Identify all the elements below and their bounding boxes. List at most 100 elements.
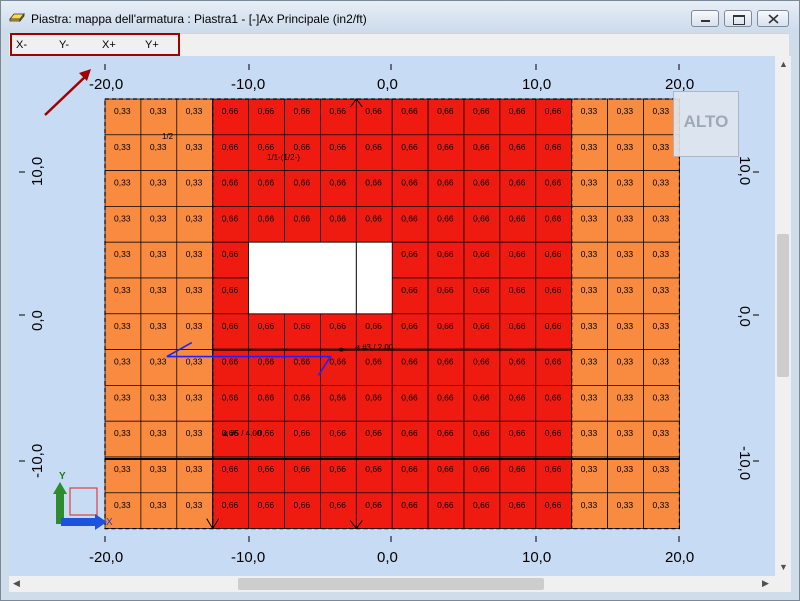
map-cell (643, 385, 680, 422)
map-cell-value: 0,66 (473, 285, 490, 295)
map-cell-value: 0,66 (294, 142, 311, 152)
x-axis-gizmo-label: X (106, 517, 113, 528)
map-cell-value: 0,66 (329, 357, 346, 367)
map-cell-value: 0,66 (509, 178, 526, 188)
map-cell-value: 0,33 (653, 142, 670, 152)
map-cell (284, 492, 321, 529)
map-cell-value: 0,33 (653, 321, 670, 331)
map-cell-value: 0,66 (365, 357, 382, 367)
map-cell-value: 0,33 (581, 392, 598, 402)
map-cell (391, 277, 429, 315)
vertical-scroll-thumb[interactable] (777, 234, 789, 377)
map-cell (212, 385, 249, 422)
map-cell-value: 0,66 (509, 500, 526, 510)
map-cell (104, 456, 142, 494)
horizontal-scrollbar[interactable]: ◀ ▶ (9, 576, 775, 592)
map-cell-value: 0,66 (294, 321, 311, 331)
map-cell (104, 206, 142, 243)
map-cell (320, 456, 357, 494)
map-cell (212, 134, 249, 171)
map-cell-value: 0,33 (186, 178, 203, 188)
map-cell (140, 241, 178, 279)
minimize-button[interactable] (691, 10, 719, 27)
horizontal-scroll-thumb[interactable] (238, 578, 544, 590)
map-cell (104, 241, 142, 279)
map-cell (104, 277, 142, 315)
map-cell-value: 0,66 (365, 500, 382, 510)
vertical-scrollbar[interactable]: ▲ ▼ (775, 56, 791, 576)
map-cell (320, 313, 357, 350)
close-button[interactable] (757, 10, 789, 27)
map-cell-value: 0,66 (509, 142, 526, 152)
map-cell (212, 420, 249, 458)
map-cell (320, 206, 357, 243)
map-cell (535, 98, 573, 136)
maximize-button[interactable] (724, 10, 752, 27)
map-cell-value: 0,66 (545, 321, 562, 331)
map-cell-value: 0,33 (617, 428, 634, 438)
map-cell-value: 0,66 (545, 428, 562, 438)
map-cell-value: 0,66 (258, 392, 275, 402)
map-cell-value: 0,33 (150, 106, 167, 116)
map-cell (140, 349, 178, 386)
map-cell-value: 0,33 (186, 213, 203, 223)
map-cell (643, 313, 680, 350)
map-cell-value: 0,33 (114, 285, 131, 295)
map-cell (607, 170, 644, 207)
map-cell (571, 349, 608, 386)
map-cell (427, 385, 465, 422)
map-cell-value: 0,66 (473, 213, 490, 223)
map-cell (499, 98, 537, 136)
map-cell (104, 98, 142, 136)
map-cell (391, 170, 429, 207)
map-cell (140, 492, 178, 529)
map-cell (212, 206, 249, 243)
map-cell-value: 0,66 (222, 213, 239, 223)
map-cell-value: 0,66 (401, 178, 418, 188)
map-cell-value: 0,33 (581, 142, 598, 152)
map-cell-value: 0,66 (294, 357, 311, 367)
map-cell-value: 0,66 (509, 213, 526, 223)
map-cell-value: 0,66 (294, 392, 311, 402)
map-cell (643, 206, 680, 243)
map-cell-value: 0,66 (294, 464, 311, 474)
map-cell (140, 385, 178, 422)
map-cell (463, 241, 501, 279)
reinforcement-map-canvas[interactable]: -20,0 -10,0 0,0 10,0 20,0 -20,0 -10,0 0,… (9, 56, 775, 576)
map-cell (607, 206, 644, 243)
map-cell (427, 241, 465, 279)
map-cell-value: 0,33 (581, 285, 598, 295)
map-cell (499, 134, 537, 171)
map-cell (607, 134, 644, 171)
x-tick-top-3: 0,0 (377, 76, 398, 93)
scroll-right-icon[interactable]: ▶ (762, 578, 769, 589)
view-cube-top[interactable]: ALTO (673, 91, 739, 157)
map-cell-value: 0,33 (653, 249, 670, 259)
x-tick-bottom-4: 10,0 (522, 549, 551, 566)
map-cell-value: 0,66 (509, 249, 526, 259)
map-cell-value: 0,33 (150, 392, 167, 402)
map-cell (607, 492, 644, 529)
map-cell (104, 134, 142, 171)
map-cell (140, 170, 178, 207)
map-cell-value: 0,66 (473, 178, 490, 188)
map-cell (607, 420, 644, 458)
scroll-left-icon[interactable]: ◀ (13, 578, 20, 589)
map-cell-value: 0,66 (329, 106, 346, 116)
map-cell-value: 0,66 (545, 464, 562, 474)
map-cell-value: 0,66 (509, 357, 526, 367)
map-cell-value: 0,33 (653, 428, 670, 438)
map-cell-value: 0,33 (150, 213, 167, 223)
map-cell-value: 0,33 (150, 285, 167, 295)
scroll-up-icon[interactable]: ▲ (779, 59, 788, 69)
close-icon (768, 14, 779, 24)
map-cell-value: 0,33 (653, 392, 670, 402)
y-tick-left-3: -10,0 (29, 444, 46, 478)
span-label-middle: 1/1-(1/2-) (267, 153, 300, 162)
map-cell-value: 0,33 (581, 321, 598, 331)
map-cell-value: 0,33 (150, 428, 167, 438)
map-cell (571, 98, 608, 136)
map-cell (643, 456, 680, 494)
map-cell-value: 0,66 (509, 285, 526, 295)
scroll-down-icon[interactable]: ▼ (779, 562, 788, 572)
